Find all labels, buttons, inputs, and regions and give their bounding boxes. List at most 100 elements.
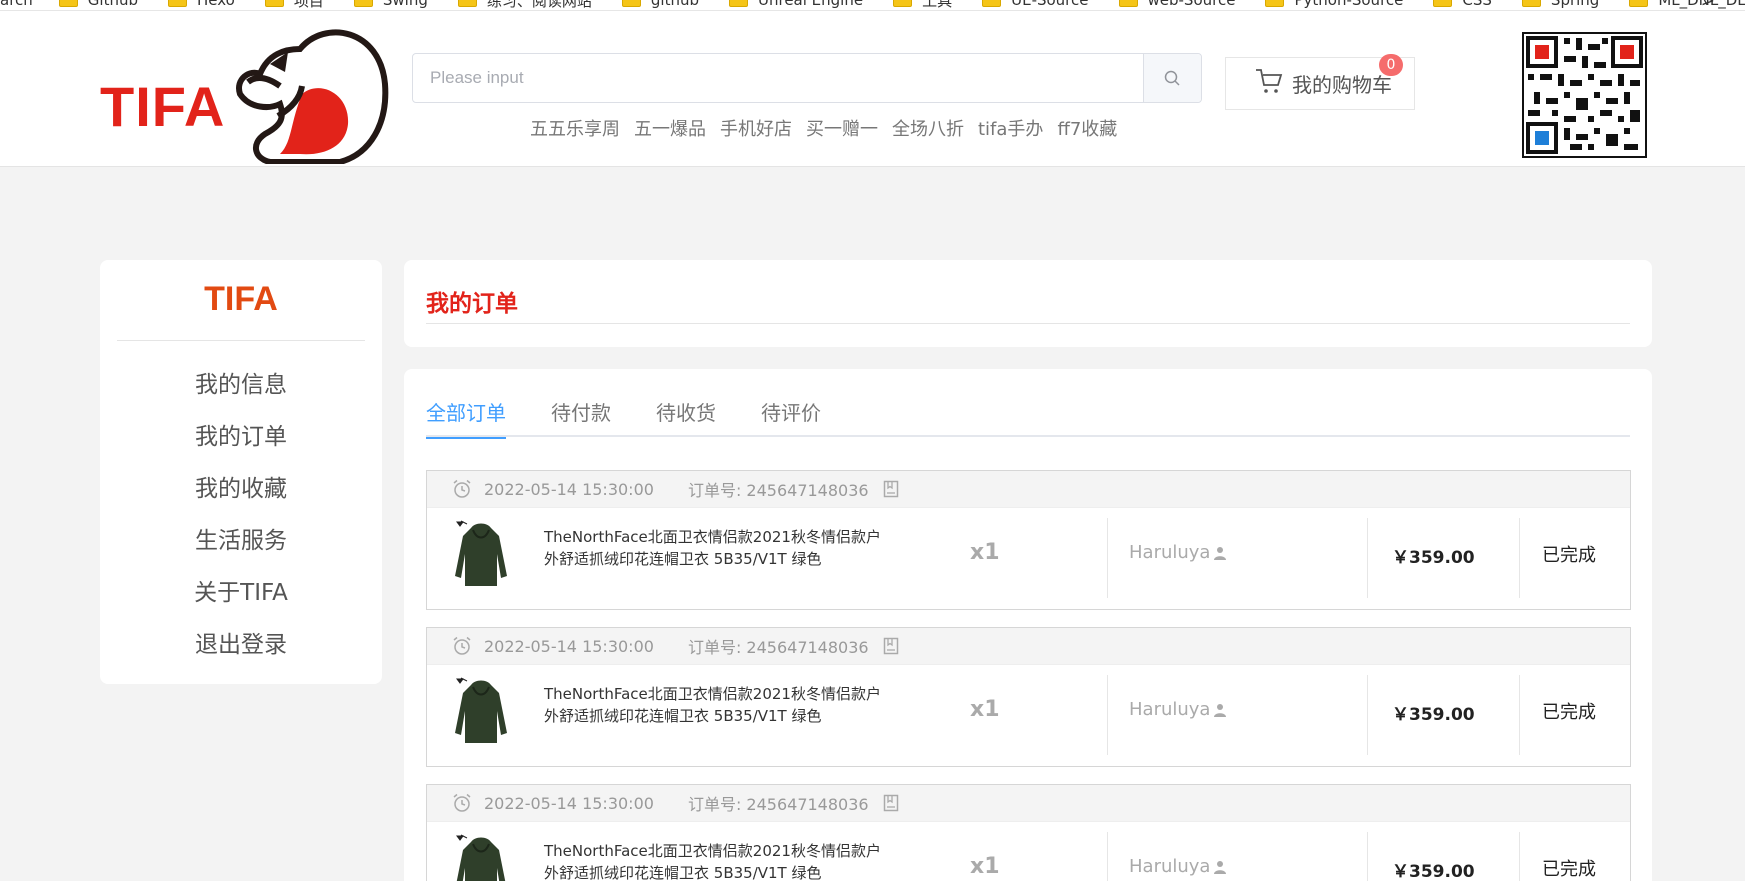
order-price: ￥359.00 bbox=[1392, 548, 1475, 568]
alarm-clock-icon bbox=[453, 636, 471, 655]
tab-all-orders[interactable]: 全部订单 bbox=[426, 399, 506, 439]
folder-icon bbox=[1265, 0, 1285, 7]
product-name-line: TheNorthFace北面卫衣情侣款2021秋冬情侣款户 bbox=[544, 842, 881, 860]
hot-tag[interactable]: 买一赠一 bbox=[806, 115, 878, 141]
folder-icon bbox=[893, 0, 913, 7]
search-button[interactable] bbox=[1143, 54, 1201, 102]
order-date: 2022-05-14 15:30:00 bbox=[484, 636, 654, 656]
folder-icon bbox=[1118, 0, 1138, 7]
order-user: Haruluya bbox=[1129, 856, 1227, 877]
product-name-line: 外舒适抓绒印花连帽卫衣 5B35/V1T 绿色 bbox=[544, 707, 822, 725]
cart-button[interactable]: 我的购物车 0 bbox=[1225, 54, 1415, 110]
hot-tags: 五五乐享周 五一爆品 手机好店 买一赠一 全场八折 tifa手办 ff7收藏 bbox=[530, 115, 1131, 141]
order-price: ￥359.00 bbox=[1392, 705, 1475, 725]
hot-tag[interactable]: 五五乐享周 bbox=[530, 115, 620, 141]
hot-tag[interactable]: 五一爆品 bbox=[634, 115, 706, 141]
divider bbox=[1367, 675, 1368, 755]
order-number: 订单号: 245647148036 bbox=[687, 481, 869, 500]
folder-icon bbox=[168, 0, 188, 7]
sidebar-item-life-services[interactable]: 生活服务 bbox=[100, 515, 382, 567]
order-header: 2022-05-14 15:30:00 订单号: 245647148036 bbox=[427, 471, 1630, 508]
order-header: 2022-05-14 15:30:00 订单号: 245647148036 bbox=[427, 785, 1630, 822]
order-number: 订单号: 245647148036 bbox=[687, 638, 869, 657]
site-logo[interactable]: TIFA bbox=[100, 24, 390, 164]
bookmark-item[interactable]: arch bbox=[0, 0, 33, 9]
bookmark-item[interactable]: UE-Source bbox=[982, 0, 1089, 9]
user-icon bbox=[1214, 860, 1227, 874]
bookmark-item[interactable]: CSS bbox=[1433, 0, 1492, 9]
divider bbox=[1107, 675, 1108, 755]
site-header: TIFA 五五乐享周 五一爆品 手机好店 买一赠一 全场八折 tifa手办 ff… bbox=[0, 11, 1745, 167]
bookmark-item[interactable]: Spring bbox=[1521, 0, 1600, 9]
hot-tag[interactable]: tifa手办 bbox=[978, 115, 1043, 141]
search-icon bbox=[1164, 70, 1180, 86]
search-bar bbox=[412, 53, 1202, 103]
order-body: TheNorthFace北面卫衣情侣款2021秋冬情侣款户 外舒适抓绒印花连帽卫… bbox=[427, 665, 1630, 766]
more-bookmarks-button[interactable]: > bbox=[1701, 0, 1715, 10]
bookmark-item[interactable]: 工具 bbox=[893, 0, 952, 10]
order-status: 已完成 bbox=[1542, 859, 1596, 880]
sidebar-item-about[interactable]: 关于TIFA bbox=[100, 567, 382, 619]
sidebar-item-my-info[interactable]: 我的信息 bbox=[100, 359, 382, 411]
user-name: Haruluya bbox=[1129, 542, 1211, 563]
cart-count-badge: 0 bbox=[1379, 54, 1403, 76]
logo-text: TIFA bbox=[100, 75, 226, 138]
qr-code bbox=[1522, 32, 1647, 158]
product-image[interactable] bbox=[451, 832, 511, 881]
quantity: x1 bbox=[970, 697, 1000, 722]
sidebar-item-favorites[interactable]: 我的收藏 bbox=[100, 463, 382, 515]
bookmark-item[interactable]: Unreal Engine bbox=[729, 0, 863, 9]
book-icon bbox=[883, 480, 898, 498]
squirrel-logo-icon bbox=[236, 29, 389, 164]
order-date: 2022-05-14 15:30:00 bbox=[484, 793, 654, 813]
bookmark-label: 练习、阅读网站 bbox=[486, 0, 592, 10]
divider bbox=[1519, 518, 1520, 598]
search-input[interactable] bbox=[413, 54, 1143, 102]
hot-tag[interactable]: 全场八折 bbox=[892, 115, 964, 141]
hot-tag[interactable]: ff7收藏 bbox=[1057, 115, 1117, 141]
bookmark-label: 项目 bbox=[293, 0, 324, 10]
sidebar-item-my-orders[interactable]: 我的订单 bbox=[100, 411, 382, 463]
tab-pending-receipt[interactable]: 待收货 bbox=[656, 399, 716, 437]
user-name: Haruluya bbox=[1129, 856, 1211, 877]
order-user: Haruluya bbox=[1129, 699, 1227, 720]
cart-label: 我的购物车 bbox=[1292, 73, 1392, 97]
order-user: Haruluya bbox=[1129, 542, 1227, 563]
divider bbox=[426, 323, 1630, 324]
bookmark-item[interactable]: Hexo bbox=[168, 0, 235, 9]
book-icon bbox=[883, 637, 898, 655]
folder-icon bbox=[1629, 0, 1649, 7]
bookmark-label: UE-Source bbox=[1011, 0, 1089, 9]
product-name[interactable]: TheNorthFace北面卫衣情侣款2021秋冬情侣款户 外舒适抓绒印花连帽卫… bbox=[544, 526, 894, 570]
folder-icon bbox=[729, 0, 748, 7]
bookmark-label: Spring bbox=[1550, 0, 1600, 9]
bookmark-item[interactable]: web-Source bbox=[1118, 0, 1235, 9]
bookmark-item[interactable]: 项目 bbox=[264, 0, 324, 10]
folder-icon bbox=[982, 0, 1002, 7]
bookmark-item[interactable]: Github bbox=[58, 0, 138, 9]
product-image[interactable] bbox=[451, 675, 511, 747]
divider bbox=[1519, 832, 1520, 881]
tab-pending-review[interactable]: 待评价 bbox=[761, 399, 821, 437]
order-card: 2022-05-14 15:30:00 订单号: 245647148036 Th… bbox=[426, 627, 1631, 767]
bookmark-item[interactable]: github bbox=[621, 0, 699, 9]
page-title: 我的订单 bbox=[426, 291, 518, 317]
folder-icon bbox=[1433, 0, 1453, 7]
bookmark-item[interactable]: Swing bbox=[353, 0, 428, 9]
folder-icon bbox=[1521, 0, 1541, 7]
hot-tag[interactable]: 手机好店 bbox=[720, 115, 792, 141]
bookmark-item[interactable]: ML_DNL_DL bbox=[1629, 0, 1745, 9]
bookmark-item[interactable]: Python-Source bbox=[1265, 0, 1403, 9]
tab-pending-payment[interactable]: 待付款 bbox=[551, 399, 611, 437]
order-body: TheNorthFace北面卫衣情侣款2021秋冬情侣款户 外舒适抓绒印花连帽卫… bbox=[427, 508, 1630, 609]
product-name[interactable]: TheNorthFace北面卫衣情侣款2021秋冬情侣款户 外舒适抓绒印花连帽卫… bbox=[544, 840, 894, 881]
alarm-clock-icon bbox=[453, 793, 471, 812]
bookmark-item[interactable]: 练习、阅读网站 bbox=[457, 0, 592, 10]
quantity: x1 bbox=[970, 854, 1000, 879]
divider bbox=[1367, 518, 1368, 598]
bookmark-label: Hexo bbox=[197, 0, 235, 9]
product-image[interactable] bbox=[451, 518, 511, 590]
sidebar-item-logout[interactable]: 退出登录 bbox=[100, 619, 382, 671]
order-date: 2022-05-14 15:30:00 bbox=[484, 479, 654, 499]
product-name[interactable]: TheNorthFace北面卫衣情侣款2021秋冬情侣款户 外舒适抓绒印花连帽卫… bbox=[544, 683, 894, 727]
